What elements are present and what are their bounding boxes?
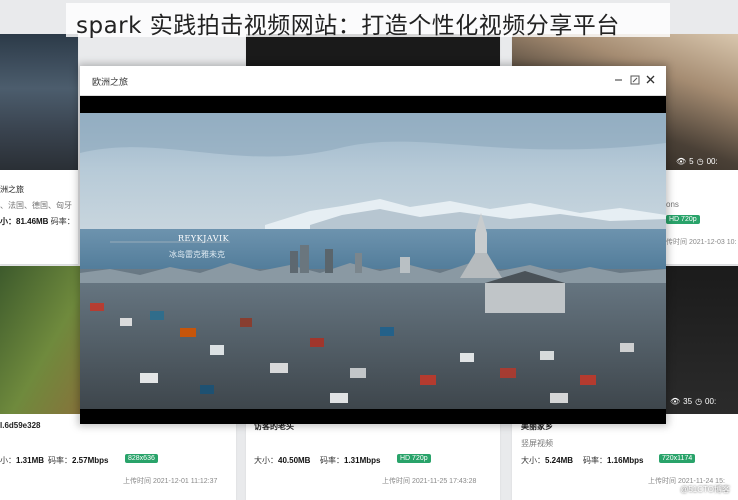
upload-time: 上传时间 2021-12-01 11:12:37 xyxy=(123,478,218,485)
video-description: 、法国、德国、匈牙 xyxy=(0,201,72,210)
modal-title: 欧洲之旅 xyxy=(92,77,129,87)
article-title: spark 实践拍击视频网站：打造个性化视频分享平台 xyxy=(76,13,620,39)
modal-header: 欧洲之旅 xyxy=(80,66,666,96)
video-stats: 👁 35 ◷ 00: xyxy=(670,397,716,406)
video-card[interactable]: 洲之旅 、法国、德国、匈牙 小：81.46MB 码率： xyxy=(0,34,78,264)
clock-icon: ◷ xyxy=(696,157,704,166)
resolution-badge: HD 720p xyxy=(666,215,700,224)
clock-icon: ◷ xyxy=(695,397,703,406)
duration: 00: xyxy=(706,157,718,166)
video-title[interactable]: l.6d59e328 xyxy=(0,421,40,430)
eye-icon: 👁 xyxy=(670,397,681,406)
video-description: 竖屏视频 xyxy=(521,439,553,448)
video-overlay-title: REYKJAVIK xyxy=(178,234,230,243)
resolution-badge: 720x1174 xyxy=(659,454,696,463)
video-title[interactable]: 洲之旅 xyxy=(0,184,24,195)
video-size: 大小：40.50MB xyxy=(254,456,311,465)
video-overlay-subtitle: 冰岛雷克雅未克 xyxy=(169,250,225,259)
close-button[interactable] xyxy=(644,73,657,86)
maximize-icon xyxy=(630,75,639,84)
reykjavik-scene xyxy=(80,113,666,409)
video-stats: 👁 5 ◷ 00: xyxy=(676,157,718,166)
video-player-modal: 欧洲之旅 REYKJAVIK 冰岛雷克雅未克 xyxy=(80,66,666,424)
video-bitrate: 码率：1.16Mbps xyxy=(583,456,644,465)
video-size: 大小：5.24MB xyxy=(521,456,574,465)
video-size: 小：81.46MB 码率： xyxy=(0,217,75,226)
minimize-icon xyxy=(615,79,622,81)
resolution-badge: HD 720p xyxy=(397,454,431,463)
minimize-button[interactable] xyxy=(612,73,625,86)
video-thumbnail[interactable] xyxy=(0,34,78,170)
article-title-banner: spark 实践拍击视频网站：打造个性化视频分享平台 xyxy=(66,3,670,39)
view-count: 35 xyxy=(683,397,693,406)
eye-icon: 👁 xyxy=(676,157,687,166)
resolution-badge: 828x636 xyxy=(125,454,158,463)
duration: 00: xyxy=(705,397,717,406)
upload-time: 上传时间 2021-11-25 17:43:28 xyxy=(382,478,477,485)
view-count: 5 xyxy=(689,157,694,166)
video-bitrate: 码率：1.31Mbps xyxy=(320,456,381,465)
maximize-button[interactable] xyxy=(628,73,641,86)
watermark: @51CTO博客 xyxy=(680,485,730,494)
close-icon xyxy=(646,75,655,84)
upload-time: 传时间 2021-12-03 10: xyxy=(666,239,737,246)
video-frame[interactable]: REYKJAVIK 冰岛雷克雅未克 xyxy=(80,113,666,409)
video-size: 小：1.31MB xyxy=(0,456,45,465)
video-bitrate: 码率：2.57Mbps xyxy=(48,456,109,465)
